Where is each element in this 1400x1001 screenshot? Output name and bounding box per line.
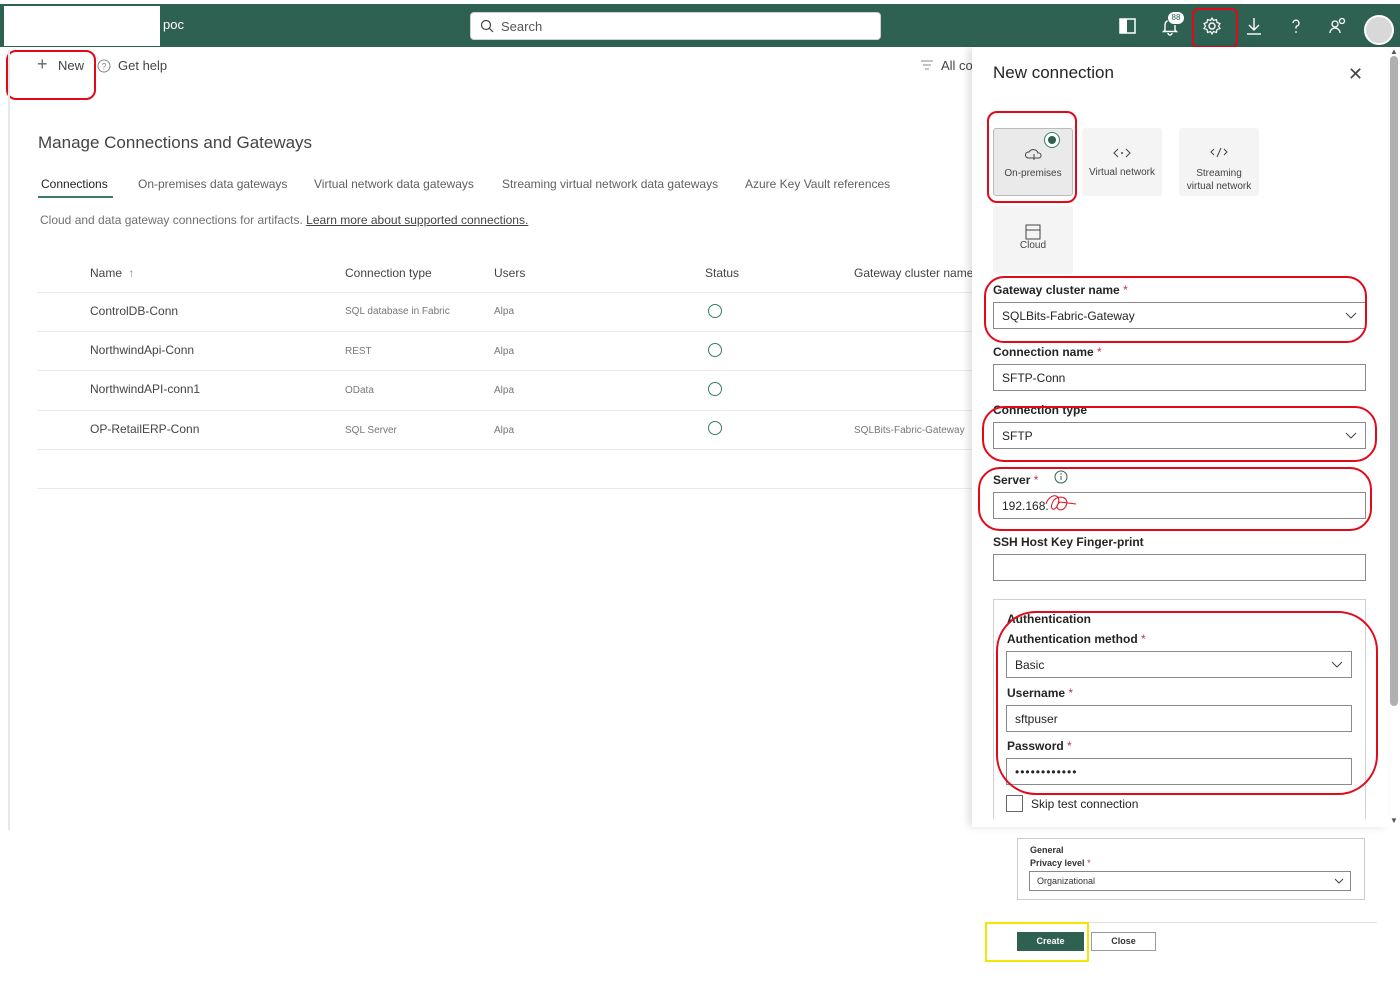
code-brackets-icon [1113,148,1131,158]
type-card-label: Virtual network [1089,167,1155,178]
authentication-highlight [996,611,1378,795]
divider [37,331,972,332]
divider [37,449,972,450]
col-header-name[interactable]: Name ↑ [90,266,134,280]
left-border [8,50,10,830]
row-users: Alpa [494,425,515,436]
user-avatar[interactable] [1364,15,1394,45]
row-name: ControlDB-Conn [90,304,179,318]
row-type: OData [345,385,374,396]
workspace-name[interactable]: poc [163,17,184,32]
server-highlight [978,467,1372,531]
help-circle-icon: ? [97,59,111,73]
close-icon[interactable]: ✕ [1348,64,1363,85]
col-header-users[interactable]: Users [494,266,525,280]
skip-test-checkbox[interactable] [1006,795,1023,812]
tab-connections[interactable]: Connections [41,177,108,191]
settings-highlight [1192,8,1238,48]
row-type: REST [345,346,372,357]
row-users: Alpa [494,306,515,317]
description-text: Cloud and data gateway connections for a… [40,213,303,227]
row-type: SQL database in Fabric [345,306,450,317]
create-highlight [985,922,1089,962]
active-tab-indicator [38,196,113,198]
chevron-down-icon [1334,878,1344,884]
tab-key-vault[interactable]: Azure Key Vault references [745,177,890,191]
tab-streaming-vnet-gateways[interactable]: Streaming virtual network data gateways [502,177,718,191]
get-help-button[interactable]: Get help [118,58,167,73]
new-button-highlight [6,50,96,100]
connection-name-label: Connection name * [993,345,1102,359]
scroll-down-icon[interactable]: ▼ [1390,816,1398,825]
gateway-highlight [984,276,1367,343]
col-header-type[interactable]: Connection type [345,266,432,280]
app-logo-area [4,6,160,46]
divider [37,488,972,489]
connection-name-label-text: Connection name [993,345,1094,359]
required-mark: * [1097,345,1102,359]
search-icon [480,19,494,33]
download-icon[interactable] [1242,14,1266,38]
row-name: OP-RetailERP-Conn [90,422,200,436]
filter-dropdown[interactable]: All co [941,58,973,73]
tab-vnet-gateways[interactable]: Virtual network data gateways [314,177,474,191]
divider [37,410,972,411]
scroll-up-icon[interactable]: ▲ [1390,47,1398,56]
privacy-level-value: Organizational [1037,876,1096,886]
row-name: NorthwindAPI-conn1 [90,382,201,396]
col-header-name-label: Name [90,266,123,280]
panel-toggle-icon[interactable] [1116,14,1140,38]
row-users: Alpa [494,385,515,396]
type-card-label: Cloud [1019,240,1047,251]
cloud-database-icon [1025,224,1041,240]
col-header-status[interactable]: Status [705,266,739,280]
share-people-icon[interactable] [1326,14,1350,38]
page-title: Manage Connections and Gateways [38,133,313,152]
page-description: Cloud and data gateway connections for a… [40,213,528,227]
sort-ascending-icon: ↑ [128,266,135,280]
search-placeholder: Search [501,19,543,34]
row-type: SQL Server [345,425,397,436]
status-refresh-icon [708,421,722,435]
row-users: Alpa [494,346,515,357]
type-card-streaming-vnet[interactable]: Streaming virtual network [1179,128,1259,196]
divider [37,370,972,371]
top-bar: poc Search 88 [0,4,1400,47]
close-button[interactable]: Close [1091,932,1156,951]
type-card-virtual-network[interactable]: Virtual network [1082,128,1162,196]
row-name: NorthwindApi-Conn [90,343,195,357]
ssh-fingerprint-input[interactable] [993,554,1366,581]
status-refresh-icon [708,304,722,318]
skip-test-label: Skip test connection [1031,797,1139,811]
row-gateway: SQLBits-Fabric-Gateway [854,425,965,436]
privacy-level-label-text: Privacy level [1030,858,1085,868]
help-question-icon[interactable] [1284,14,1308,38]
streaming-network-icon [1210,147,1228,158]
panel-title: New connection [993,63,1114,82]
status-refresh-icon [708,343,722,357]
privacy-level-select[interactable]: Organizational [1029,871,1351,891]
svg-text:?: ? [102,62,107,72]
filter-icon [921,60,933,70]
status-refresh-icon [708,382,722,396]
col-header-gateway[interactable]: Gateway cluster name [854,266,972,280]
type-card-label: Streaming virtual network [1186,168,1252,192]
search-box[interactable]: Search [470,12,881,40]
panel-scrollbar[interactable] [1390,56,1398,706]
privacy-level-label: Privacy level * [1030,858,1091,868]
required-mark: * [1087,858,1091,868]
learn-more-link[interactable]: Learn more about supported connections. [306,213,528,227]
on-premises-highlight [987,111,1077,203]
ssh-fingerprint-label: SSH Host Key Finger-print [993,535,1144,549]
divider [37,292,972,293]
general-heading: General [1030,845,1064,855]
notification-count-badge: 88 [1167,11,1185,25]
connection-type-highlight [982,406,1377,462]
connection-name-input[interactable]: SFTP-Conn [993,364,1366,391]
tab-onprem-gateways[interactable]: On-premises data gateways [138,177,287,191]
type-card-cloud[interactable]: Cloud [993,206,1073,274]
